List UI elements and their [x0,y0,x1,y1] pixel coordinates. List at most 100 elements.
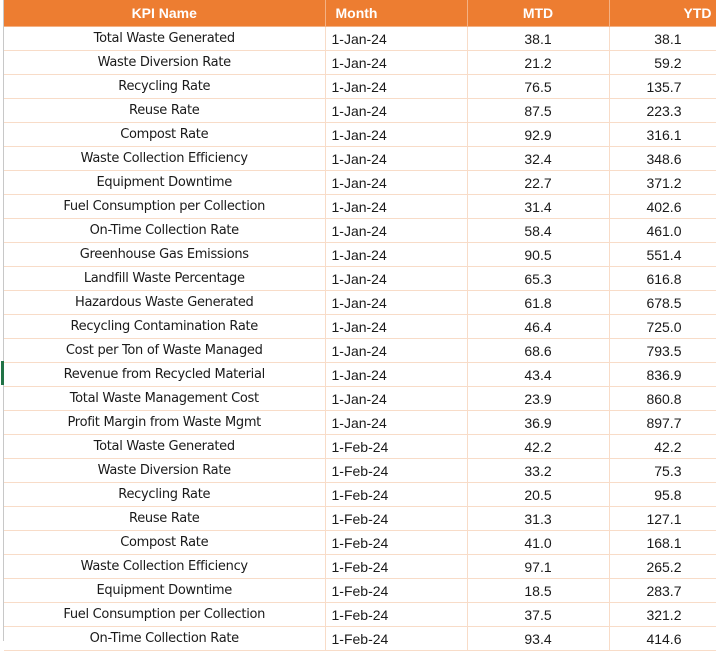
kpi-name-cell[interactable]: Cost per Ton of Waste Managed [4,338,326,363]
month-cell[interactable]: 1-Jan-24 [325,266,468,291]
month-cell[interactable]: 1-Feb-24 [325,482,468,507]
mtd-cell[interactable]: 23.9 [467,386,610,411]
kpi-name-cell[interactable]: Recycling Rate [4,74,326,99]
ytd-cell[interactable]: 461.0 [609,218,716,243]
mtd-cell[interactable]: 18.5 [467,578,610,603]
ytd-cell[interactable]: 321.2 [609,602,716,627]
kpi-name-cell[interactable]: Total Waste Management Cost [4,386,326,411]
mtd-cell[interactable]: 31.3 [467,506,610,531]
kpi-name-cell[interactable]: Greenhouse Gas Emissions [4,242,326,267]
month-cell[interactable]: 1-Jan-24 [325,218,468,243]
mtd-cell[interactable]: 21.2 [467,50,610,75]
mtd-cell[interactable]: 61.8 [467,290,610,315]
ytd-cell[interactable]: 616.8 [609,266,716,291]
kpi-name-cell[interactable]: Equipment Downtime [4,170,326,195]
kpi-name-cell[interactable]: On-Time Collection Rate [4,218,326,243]
mtd-cell[interactable]: 76.5 [467,74,610,99]
ytd-cell[interactable]: 223.3 [609,98,716,123]
month-cell[interactable]: 1-Jan-24 [325,290,468,315]
month-cell[interactable]: 1-Feb-24 [325,578,468,603]
column-header-ytd[interactable]: YTD [609,0,716,27]
ytd-cell[interactable]: 402.6 [609,194,716,219]
month-cell[interactable]: 1-Feb-24 [325,434,468,459]
mtd-cell[interactable]: 68.6 [467,338,610,363]
mtd-cell[interactable]: 37.5 [467,602,610,627]
column-header-kpi-name[interactable]: KPI Name [4,0,326,27]
ytd-cell[interactable]: 168.1 [609,530,716,555]
ytd-cell[interactable]: 135.7 [609,74,716,99]
ytd-cell[interactable]: 283.7 [609,578,716,603]
kpi-name-cell[interactable]: Reuse Rate [4,506,326,531]
month-cell[interactable]: 1-Feb-24 [325,602,468,627]
mtd-cell[interactable]: 43.4 [467,362,610,387]
kpi-name-cell[interactable]: Equipment Downtime [4,578,326,603]
kpi-name-cell[interactable]: Revenue from Recycled Material [4,362,326,387]
month-cell[interactable]: 1-Jan-24 [325,170,468,195]
ytd-cell[interactable]: 75.3 [609,458,716,483]
kpi-name-cell[interactable]: Waste Diversion Rate [4,50,326,75]
ytd-cell[interactable]: 59.2 [609,50,716,75]
kpi-name-cell[interactable]: Compost Rate [4,530,326,555]
kpi-name-cell[interactable]: Recycling Contamination Rate [4,314,326,339]
mtd-cell[interactable]: 87.5 [467,98,610,123]
kpi-name-cell[interactable]: Total Waste Generated [4,434,326,459]
month-cell[interactable]: 1-Jan-24 [325,146,468,171]
ytd-cell[interactable]: 897.7 [609,410,716,435]
mtd-cell[interactable]: 65.3 [467,266,610,291]
ytd-cell[interactable]: 95.8 [609,482,716,507]
ytd-cell[interactable]: 414.6 [609,626,716,651]
month-cell[interactable]: 1-Jan-24 [325,50,468,75]
month-cell[interactable]: 1-Jan-24 [325,242,468,267]
month-cell[interactable]: 1-Jan-24 [325,26,468,51]
month-cell[interactable]: 1-Jan-24 [325,410,468,435]
mtd-cell[interactable]: 31.4 [467,194,610,219]
kpi-name-cell[interactable]: Recycling Rate [4,482,326,507]
month-cell[interactable]: 1-Feb-24 [325,554,468,579]
kpi-name-cell[interactable]: Fuel Consumption per Collection [4,602,326,627]
mtd-cell[interactable]: 36.9 [467,410,610,435]
mtd-cell[interactable]: 33.2 [467,458,610,483]
month-cell[interactable]: 1-Jan-24 [325,74,468,99]
mtd-cell[interactable]: 90.5 [467,242,610,267]
ytd-cell[interactable]: 316.1 [609,122,716,147]
column-header-month[interactable]: Month [325,0,468,27]
month-cell[interactable]: 1-Feb-24 [325,626,468,651]
kpi-name-cell[interactable]: Compost Rate [4,122,326,147]
kpi-name-cell[interactable]: Total Waste Generated [4,26,326,51]
mtd-cell[interactable]: 46.4 [467,314,610,339]
column-header-mtd[interactable]: MTD [467,0,610,27]
kpi-name-cell[interactable]: Waste Diversion Rate [4,458,326,483]
mtd-cell[interactable]: 42.2 [467,434,610,459]
ytd-cell[interactable]: 127.1 [609,506,716,531]
ytd-cell[interactable]: 678.5 [609,290,716,315]
kpi-name-cell[interactable]: Profit Margin from Waste Mgmt [4,410,326,435]
month-cell[interactable]: 1-Jan-24 [325,314,468,339]
kpi-name-cell[interactable]: Hazardous Waste Generated [4,290,326,315]
month-cell[interactable]: 1-Feb-24 [325,506,468,531]
kpi-name-cell[interactable]: Reuse Rate [4,98,326,123]
ytd-cell[interactable]: 836.9 [609,362,716,387]
mtd-cell[interactable]: 41.0 [467,530,610,555]
mtd-cell[interactable]: 22.7 [467,170,610,195]
ytd-cell[interactable]: 725.0 [609,314,716,339]
kpi-name-cell[interactable]: Landfill Waste Percentage [4,266,326,291]
ytd-cell[interactable]: 348.6 [609,146,716,171]
mtd-cell[interactable]: 58.4 [467,218,610,243]
month-cell[interactable]: 1-Jan-24 [325,98,468,123]
month-cell[interactable]: 1-Jan-24 [325,386,468,411]
month-cell[interactable]: 1-Jan-24 [325,194,468,219]
kpi-name-cell[interactable]: On-Time Collection Rate [4,626,326,651]
ytd-cell[interactable]: 42.2 [609,434,716,459]
ytd-cell[interactable]: 371.2 [609,170,716,195]
kpi-name-cell[interactable]: Waste Collection Efficiency [4,554,326,579]
kpi-name-cell[interactable]: Waste Collection Efficiency [4,146,326,171]
mtd-cell[interactable]: 93.4 [467,626,610,651]
month-cell[interactable]: 1-Feb-24 [325,530,468,555]
month-cell[interactable]: 1-Feb-24 [325,458,468,483]
mtd-cell[interactable]: 20.5 [467,482,610,507]
month-cell[interactable]: 1-Jan-24 [325,362,468,387]
month-cell[interactable]: 1-Jan-24 [325,122,468,147]
mtd-cell[interactable]: 92.9 [467,122,610,147]
mtd-cell[interactable]: 32.4 [467,146,610,171]
ytd-cell[interactable]: 38.1 [609,26,716,51]
